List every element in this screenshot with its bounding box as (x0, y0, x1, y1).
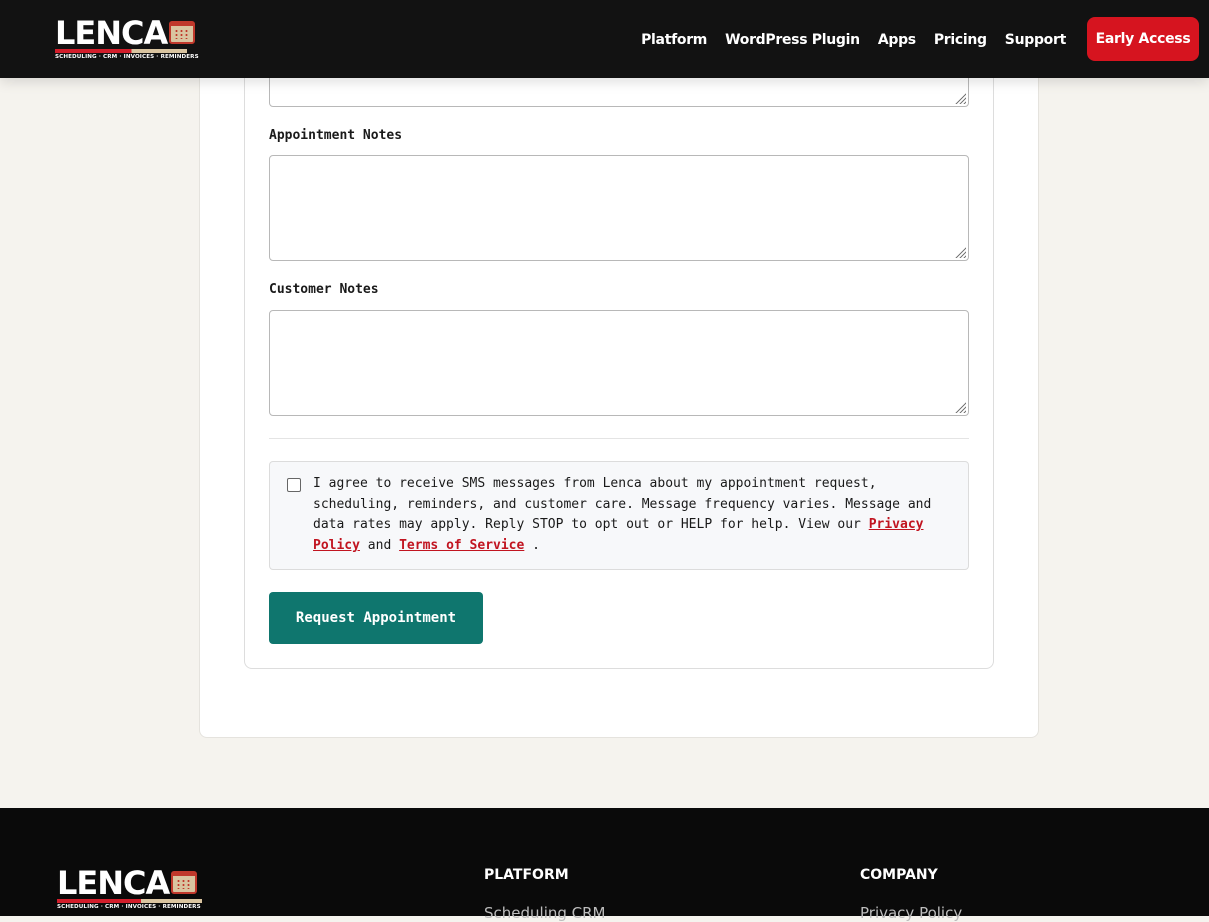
footer-logo-text: LENCA (57, 864, 170, 902)
customer-notes-label: Customer Notes (269, 282, 379, 297)
logo-wordmark: LENCA (55, 14, 199, 52)
site-header: LENCA SCHEDULING · CRM · INVOICES · REMI… (0, 0, 1209, 78)
consent-body: I agree to receive SMS messages from Len… (313, 476, 932, 533)
lenca-logo[interactable]: LENCA SCHEDULING · CRM · INVOICES · REMI… (55, 14, 199, 60)
sms-consent-text: I agree to receive SMS messages from Len… (313, 474, 953, 556)
calendar-icon (171, 871, 198, 894)
sms-consent-box: I agree to receive SMS messages from Len… (269, 461, 969, 570)
footer-logo-wordmark: LENCA (57, 864, 202, 902)
appointment-notes-label: Appointment Notes (269, 128, 403, 143)
customer-notes-textarea[interactable] (269, 310, 969, 416)
nav-pricing[interactable]: Pricing (934, 32, 987, 48)
footer-logo-tagline: SCHEDULING · CRM · INVOICES · REMINDERS (57, 904, 201, 910)
consent-and: and (359, 537, 400, 553)
logo-tagline: SCHEDULING · CRM · INVOICES · REMINDERS (55, 54, 199, 60)
resize-grip-icon[interactable] (954, 401, 966, 413)
resize-grip-icon[interactable] (954, 246, 966, 258)
consent-period: . (524, 537, 540, 553)
footer-link-privacy-policy[interactable]: Privacy Policy (860, 904, 962, 922)
footer-link-scheduling-crm[interactable]: Scheduling CRM (484, 904, 606, 922)
nav-support[interactable]: Support (1005, 32, 1067, 48)
sms-consent-checkbox[interactable] (287, 478, 301, 492)
footer-lenca-logo[interactable]: LENCA SCHEDULING · CRM · INVOICES · REMI… (57, 864, 202, 910)
nav-apps[interactable]: Apps (878, 32, 916, 48)
early-access-button[interactable]: Early Access (1087, 17, 1199, 61)
main-nav: Platform WordPress Plugin Apps Pricing S… (641, 32, 1066, 48)
calendar-icon (169, 21, 196, 44)
terms-of-service-link[interactable]: Terms of Service (399, 538, 524, 553)
form-divider (269, 438, 969, 439)
footer-platform-heading: PLATFORM (484, 867, 569, 883)
nav-wordpress-plugin[interactable]: WordPress Plugin (725, 32, 860, 48)
request-appointment-button[interactable]: Request Appointment (269, 592, 483, 644)
logo-text: LENCA (55, 14, 168, 52)
footer-company-heading: COMPANY (860, 867, 938, 883)
appointment-notes-textarea[interactable] (269, 155, 969, 261)
site-footer: LENCA SCHEDULING · CRM · INVOICES · REMI… (0, 808, 1209, 922)
resize-grip-icon[interactable] (954, 92, 966, 104)
nav-platform[interactable]: Platform (641, 32, 707, 48)
